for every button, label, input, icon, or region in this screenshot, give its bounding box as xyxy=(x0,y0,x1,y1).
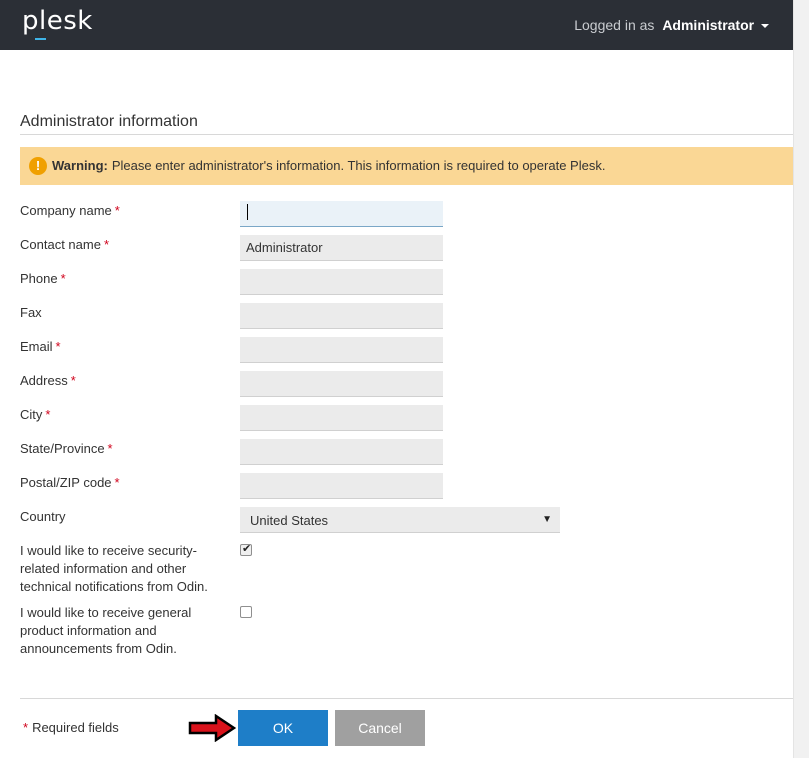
contact-name-field[interactable] xyxy=(240,235,443,261)
required-mark: * xyxy=(55,339,61,354)
required-mark: * xyxy=(107,441,113,456)
address-label: Address * xyxy=(20,372,76,390)
address-field[interactable] xyxy=(240,371,443,397)
caret-down-icon[interactable] xyxy=(761,24,769,29)
city-label: City * xyxy=(20,406,50,424)
email-label: Email * xyxy=(20,338,61,356)
warning-banner: ! Warning: Please enter administrator's i… xyxy=(20,147,793,185)
plesk-logo[interactable]: plesk xyxy=(22,6,93,36)
label-line: I would like to receive general xyxy=(20,605,192,620)
general-notifications-checkbox[interactable] xyxy=(240,606,252,618)
required-mark: * xyxy=(60,271,66,286)
warning-label: Warning: xyxy=(52,158,108,173)
label-line: announcements from Odin. xyxy=(20,641,177,656)
top-bar: plesk Logged in as Administrator xyxy=(0,0,793,50)
contact-name-label: Contact name * xyxy=(20,236,109,254)
fax-field[interactable] xyxy=(240,303,443,329)
phone-label: Phone * xyxy=(20,270,66,288)
required-fields-note: * Required fields xyxy=(23,720,119,735)
pointer-arrow-icon xyxy=(188,714,236,742)
city-field[interactable] xyxy=(240,405,443,431)
general-notifications-label: I would like to receive general product … xyxy=(20,604,191,658)
required-star: * xyxy=(23,720,29,735)
security-notifications-label: I would like to receive security- relate… xyxy=(20,542,208,596)
text-cursor xyxy=(247,204,248,220)
checkmark-icon: ✔ xyxy=(242,543,252,555)
email-field[interactable] xyxy=(240,337,443,363)
label-text: State/Province xyxy=(20,441,105,456)
label-text: Company name xyxy=(20,203,112,218)
company-name-label: Company name * xyxy=(20,202,120,220)
page-scrollbar[interactable] xyxy=(793,0,809,758)
cancel-button[interactable]: Cancel xyxy=(335,710,425,746)
required-mark: * xyxy=(114,475,120,490)
phone-field[interactable] xyxy=(240,269,443,295)
required-mark: * xyxy=(103,237,109,252)
ok-button[interactable]: OK xyxy=(238,710,328,746)
required-mark: * xyxy=(70,373,76,388)
required-mark: * xyxy=(45,407,51,422)
label-text: Contact name xyxy=(20,237,101,252)
dropdown-arrow-icon: ▼ xyxy=(542,514,552,525)
company-name-field[interactable] xyxy=(240,201,443,227)
exclamation-icon: ! xyxy=(29,157,47,175)
required-text: Required fields xyxy=(32,720,119,735)
label-line: product information and xyxy=(20,623,157,638)
country-select[interactable]: United States ▼ xyxy=(240,507,560,533)
label-text: Email xyxy=(20,339,53,354)
label-text: Address xyxy=(20,373,68,388)
user-menu[interactable]: Logged in as Administrator xyxy=(574,17,769,33)
state-label: State/Province * xyxy=(20,440,113,458)
logo-accent xyxy=(35,38,46,40)
postal-code-field[interactable] xyxy=(240,473,443,499)
required-mark: * xyxy=(114,203,120,218)
section-divider xyxy=(20,134,793,135)
warning-text: Please enter administrator's information… xyxy=(111,158,606,173)
label-text: Phone xyxy=(20,271,58,286)
country-label: Country xyxy=(20,509,66,524)
logged-in-prefix: Logged in as xyxy=(574,17,655,33)
warning-message: Warning: Please enter administrator's inf… xyxy=(52,158,605,173)
label-text: Postal/ZIP code xyxy=(20,475,112,490)
security-notifications-checkbox[interactable]: ✔ xyxy=(240,543,252,556)
section-title: Administrator information xyxy=(20,113,198,130)
label-text: Fax xyxy=(20,305,42,320)
label-line: technical notifications from Odin. xyxy=(20,579,208,594)
user-name[interactable]: Administrator xyxy=(662,17,754,33)
state-field[interactable] xyxy=(240,439,443,465)
label-text: City xyxy=(20,407,43,422)
footer-divider xyxy=(20,698,793,699)
postal-code-label: Postal/ZIP code * xyxy=(20,474,120,492)
fax-label: Fax xyxy=(20,304,42,322)
label-line: related information and other xyxy=(20,561,187,576)
label-line: I would like to receive security- xyxy=(20,543,198,558)
country-value: United States xyxy=(250,513,329,528)
